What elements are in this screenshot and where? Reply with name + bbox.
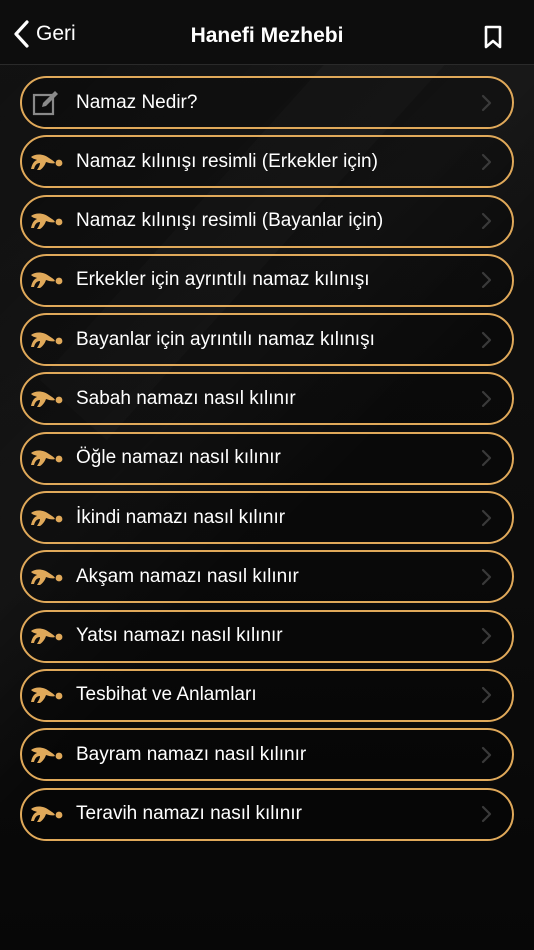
chevron-right-icon [480,152,494,172]
chevron-right-icon [480,626,494,646]
list-item-label: Teravih namazı nasıl kılınır [76,803,302,825]
chevron-right-icon [480,93,494,113]
list-item[interactable]: Erkekler için ayrıntılı namaz kılınışı [20,253,514,307]
list-item[interactable]: Yatsı namazı nasıl kılınır [20,609,514,663]
prayer-icon [28,206,64,236]
chevron-right-icon [480,745,494,765]
edit-icon [28,88,64,118]
list-item[interactable]: Bayanlar için ayrıntılı namaz kılınışı [20,313,514,367]
list-item-label: İkindi namazı nasıl kılınır [76,506,286,528]
prayer-icon [28,680,64,710]
list-item[interactable]: Tesbihat ve Anlamları [20,668,514,722]
list-item-label: Erkekler için ayrıntılı namaz kılınışı [76,269,370,291]
prayer-icon [28,799,64,829]
prayer-icon [28,443,64,473]
list-item-label: Akşam namazı nasıl kılınır [76,565,299,587]
list-item-label: Namaz kılınışı resimli (Bayanlar için) [76,210,384,232]
chevron-right-icon [480,270,494,290]
chevron-right-icon [480,448,494,468]
bookmark-icon [484,25,502,49]
list-item-label: Tesbihat ve Anlamları [76,684,257,706]
list-item-label: Namaz kılınışı resimli (Erkekler için) [76,150,378,172]
list-item[interactable]: Öğle namazı nasıl kılınır [20,431,514,485]
list-item[interactable]: Namaz Nedir? [20,76,514,129]
chevron-right-icon [480,330,494,350]
prayer-icon [28,503,64,533]
chevron-right-icon [480,567,494,587]
chevron-right-icon [480,508,494,528]
list-item[interactable]: Teravih namazı nasıl kılınır [20,787,514,841]
page-title: Hanefi Mezhebi [190,24,344,47]
prayer-icon [28,265,64,295]
list-item[interactable]: Namaz kılınışı resimli (Bayanlar için) [20,194,514,248]
list-item-label: Yatsı namazı nasıl kılınır [76,625,283,647]
prayer-icon [28,562,64,592]
menu-list: Namaz Nedir? Namaz kılınışı resimli (Erke… [20,76,514,847]
list-item-label: Öğle namazı nasıl kılınır [76,447,281,469]
list-item-label: Sabah namazı nasıl kılınır [76,387,296,409]
prayer-icon [28,325,64,355]
navigation-bar: Geri Hanefi Mezhebi [0,0,534,65]
list-item-label: Bayanlar için ayrıntılı namaz kılınışı [76,328,375,350]
list-item-label: Bayram namazı nasıl kılınır [76,743,307,765]
chevron-right-icon [480,685,494,705]
prayer-icon [28,621,64,651]
list-item[interactable]: İkindi namazı nasıl kılınır [20,491,514,545]
list-item[interactable]: Bayram namazı nasıl kılınır [20,728,514,782]
list-item[interactable]: Namaz kılınışı resimli (Erkekler için) [20,135,514,189]
prayer-icon [28,147,64,177]
prayer-icon [28,740,64,770]
chevron-right-icon [480,211,494,231]
list-item-label: Namaz Nedir? [76,91,198,113]
prayer-icon [28,384,64,414]
bookmark-button[interactable] [480,24,506,50]
list-item[interactable]: Akşam namazı nasıl kılınır [20,550,514,604]
chevron-right-icon [480,389,494,409]
chevron-right-icon [480,804,494,824]
list-item[interactable]: Sabah namazı nasıl kılınır [20,372,514,426]
